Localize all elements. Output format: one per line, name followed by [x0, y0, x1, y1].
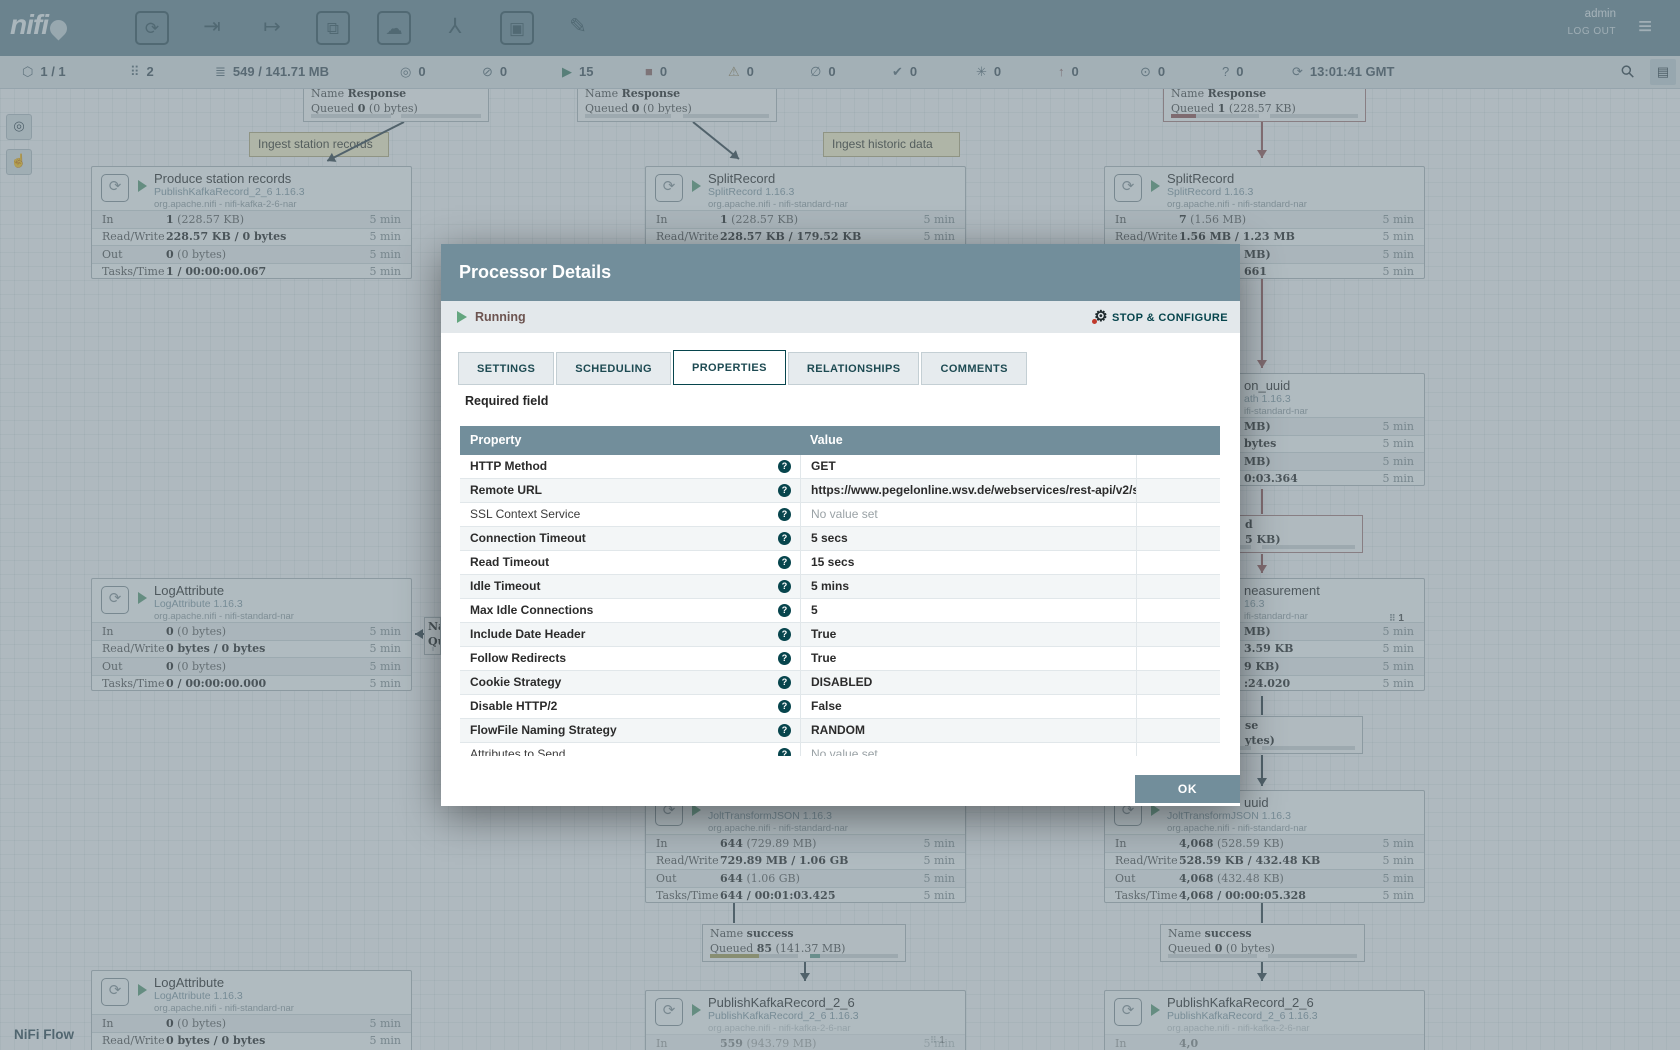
help-icon[interactable]: ? — [778, 604, 791, 617]
help-icon[interactable]: ? — [778, 484, 791, 497]
property-row: Remote URL?https://www.pegelonline.wsv.d… — [460, 479, 1220, 503]
property-name: SSL Context Service? — [460, 503, 800, 526]
processor-details-dialog: Processor Details Running ⚙STOP & CONFIG… — [441, 244, 1240, 806]
run-state-label: Running — [475, 301, 526, 333]
property-name: Include Date Header? — [460, 623, 800, 646]
help-icon[interactable]: ? — [778, 532, 791, 545]
tab-settings[interactable]: SETTINGS — [458, 352, 554, 385]
property-name: Attributes to Send? — [460, 743, 800, 756]
property-value[interactable]: GET — [800, 455, 1136, 478]
property-name: Cookie Strategy? — [460, 671, 800, 694]
property-value[interactable]: No value set — [800, 743, 1136, 756]
dialog-state-strip: Running ⚙STOP & CONFIGURE — [441, 301, 1240, 333]
dialog-tabs: SETTINGSSCHEDULINGPROPERTIESRELATIONSHIP… — [458, 350, 1029, 385]
gear-icon: ⚙ — [1094, 308, 1108, 325]
help-icon[interactable]: ? — [778, 460, 791, 473]
property-name: Max Idle Connections? — [460, 599, 800, 622]
help-icon[interactable]: ? — [778, 508, 791, 521]
tab-relationships[interactable]: RELATIONSHIPS — [788, 352, 920, 385]
dialog-title: Processor Details — [441, 244, 1240, 301]
tab-scheduling[interactable]: SCHEDULING — [556, 352, 671, 385]
property-value[interactable]: RANDOM — [800, 719, 1136, 742]
property-row: Idle Timeout?5 mins — [460, 575, 1220, 599]
help-icon[interactable]: ? — [778, 676, 791, 689]
property-row: Connection Timeout?5 secs — [460, 527, 1220, 551]
property-row: Attributes to Send?No value set — [460, 743, 1220, 756]
property-value[interactable]: True — [800, 647, 1136, 670]
property-name: HTTP Method? — [460, 455, 800, 478]
column-property: Property — [460, 426, 800, 455]
property-row: Read Timeout?15 secs — [460, 551, 1220, 575]
property-value[interactable]: 5 — [800, 599, 1136, 622]
property-row: Include Date Header?True — [460, 623, 1220, 647]
help-icon[interactable]: ? — [778, 652, 791, 665]
property-name: Idle Timeout? — [460, 575, 800, 598]
property-row: Max Idle Connections?5 — [460, 599, 1220, 623]
property-name: Connection Timeout? — [460, 527, 800, 550]
property-name: Remote URL? — [460, 479, 800, 502]
property-value[interactable]: 5 mins — [800, 575, 1136, 598]
property-value[interactable]: False — [800, 695, 1136, 718]
property-value[interactable]: True — [800, 623, 1136, 646]
property-value[interactable]: No value set — [800, 503, 1136, 526]
property-value[interactable]: https://www.pegelonline.wsv.de/webservic… — [800, 479, 1136, 502]
property-row: SSL Context Service?No value set — [460, 503, 1220, 527]
property-row: Cookie Strategy?DISABLED — [460, 671, 1220, 695]
property-name: FlowFile Naming Strategy? — [460, 719, 800, 742]
properties-table-header: Property Value — [460, 426, 1220, 455]
running-status-icon — [457, 311, 467, 323]
property-name: Follow Redirects? — [460, 647, 800, 670]
help-icon[interactable]: ? — [778, 628, 791, 641]
property-name: Read Timeout? — [460, 551, 800, 574]
tab-properties[interactable]: PROPERTIES — [673, 350, 786, 385]
nifi-app: ◎ ☝ NiFi Flow Ingest station recordsInge… — [0, 0, 1680, 1050]
property-value[interactable]: 5 secs — [800, 527, 1136, 550]
stop-configure-button[interactable]: ⚙STOP & CONFIGURE — [1094, 301, 1228, 334]
help-icon[interactable]: ? — [778, 748, 791, 756]
property-row: FlowFile Naming Strategy?RANDOM — [460, 719, 1220, 743]
tab-comments[interactable]: COMMENTS — [921, 352, 1026, 385]
property-value[interactable]: DISABLED — [800, 671, 1136, 694]
help-icon[interactable]: ? — [778, 580, 791, 593]
property-value[interactable]: 15 secs — [800, 551, 1136, 574]
property-row: Disable HTTP/2?False — [460, 695, 1220, 719]
properties-table-body: HTTP Method?GETRemote URL?https://www.pe… — [460, 455, 1220, 756]
properties-table: Property Value HTTP Method?GETRemote URL… — [460, 426, 1220, 756]
ok-button[interactable]: OK — [1135, 775, 1240, 803]
property-row: HTTP Method?GET — [460, 455, 1220, 479]
column-value: Value — [800, 426, 1136, 455]
property-name: Disable HTTP/2? — [460, 695, 800, 718]
help-icon[interactable]: ? — [778, 556, 791, 569]
required-field-note: Required field — [465, 394, 548, 408]
help-icon[interactable]: ? — [778, 724, 791, 737]
help-icon[interactable]: ? — [778, 700, 791, 713]
property-row: Follow Redirects?True — [460, 647, 1220, 671]
